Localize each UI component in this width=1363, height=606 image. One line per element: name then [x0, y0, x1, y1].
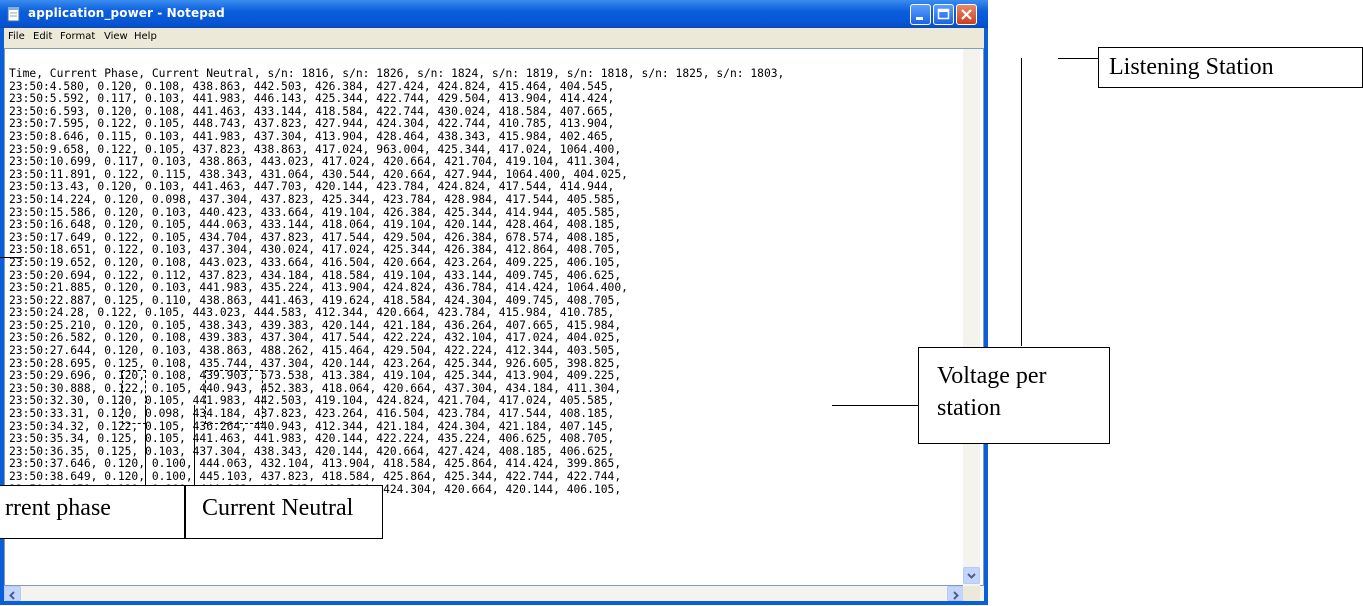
- current-phase-callout: rrent phase: [0, 485, 185, 539]
- listening-station-callout: Listening Station: [1098, 47, 1363, 88]
- listening-station-connector: [1058, 58, 1098, 59]
- chevron-left-icon: [9, 591, 15, 600]
- menu-file[interactable]: File: [8, 31, 25, 42]
- scroll-left-button[interactable]: [4, 586, 21, 601]
- menu-format[interactable]: Format: [60, 31, 95, 42]
- listening-station-label: Listening Station: [1109, 54, 1274, 80]
- current-phase-label: rrent phase: [5, 495, 111, 521]
- menu-edit[interactable]: Edit: [33, 31, 52, 42]
- neutral-connector: [194, 405, 195, 485]
- text-line: 23:50:19.652, 0.120, 0.108, 443.023, 433…: [9, 255, 622, 269]
- menu-help[interactable]: Help: [134, 31, 157, 42]
- scroll-right-button[interactable]: [947, 586, 964, 601]
- text-line: 23:50:35.34, 0.125, 0.105, 441.463, 441.…: [9, 432, 615, 446]
- voltage-label-line1: Voltage per: [937, 363, 1047, 389]
- text-line: 23:50:24.28, 0.122, 0.105, 443.023, 444.…: [9, 306, 615, 320]
- vertical-scrollbar[interactable]: [963, 49, 980, 586]
- text-line: 23:50:38.649, 0.120, 0.100, 445.103, 437…: [9, 470, 622, 483]
- maximize-icon: [937, 8, 950, 20]
- close-button[interactable]: [956, 4, 977, 25]
- text-line: 23:50:5.592, 0.117, 0.103, 441.983, 446.…: [9, 92, 615, 106]
- title-bar[interactable]: application_power - Notepad: [0, 0, 988, 28]
- maximize-button[interactable]: [933, 4, 954, 25]
- minimize-icon: [916, 17, 923, 20]
- window-title: application_power - Notepad: [28, 6, 225, 20]
- chevron-down-icon: [967, 573, 976, 579]
- notepad-icon: [7, 6, 20, 22]
- chevron-right-icon: [953, 591, 959, 600]
- text-line: 23:50:14.224, 0.120, 0.098, 437.304, 437…: [9, 192, 622, 206]
- text-line: Time, Current Phase, Current Neutral, s/…: [9, 67, 785, 80]
- phase-bracket: [122, 370, 146, 424]
- resize-grip[interactable]: [963, 586, 980, 601]
- text-line: 23:50:27.644, 0.120, 0.103, 438.863, 488…: [9, 344, 622, 358]
- text-line: 23:50:16.648, 0.120, 0.105, 444.063, 433…: [9, 218, 622, 232]
- text-line: 23:50:10.699, 0.117, 0.103, 438.863, 443…: [9, 155, 622, 169]
- menu-bar: File Edit Format View Help: [4, 28, 984, 48]
- current-neutral-label: Current Neutral: [202, 495, 354, 521]
- horizontal-scrollbar[interactable]: [4, 586, 984, 601]
- menu-view[interactable]: View: [104, 31, 128, 42]
- minimize-button[interactable]: [910, 4, 931, 25]
- close-icon: [961, 9, 972, 20]
- scroll-down-button[interactable]: [963, 567, 980, 584]
- document-text: Time, Current Phase, Current Neutral, s/…: [9, 67, 785, 496]
- current-neutral-callout: Current Neutral: [185, 485, 383, 539]
- time-connector: [0, 257, 24, 258]
- voltage-label-line2: station: [937, 395, 1001, 421]
- voltage-connector: [832, 405, 918, 406]
- station-column-connector: [1021, 58, 1022, 346]
- voltage-callout: Voltage per station: [918, 347, 1110, 444]
- text-line: 23:50:8.646, 0.115, 0.103, 441.983, 437.…: [9, 129, 615, 143]
- neutral-bracket: [205, 370, 263, 424]
- text-line: 23:50:21.885, 0.120, 0.103, 441.983, 435…: [9, 281, 628, 295]
